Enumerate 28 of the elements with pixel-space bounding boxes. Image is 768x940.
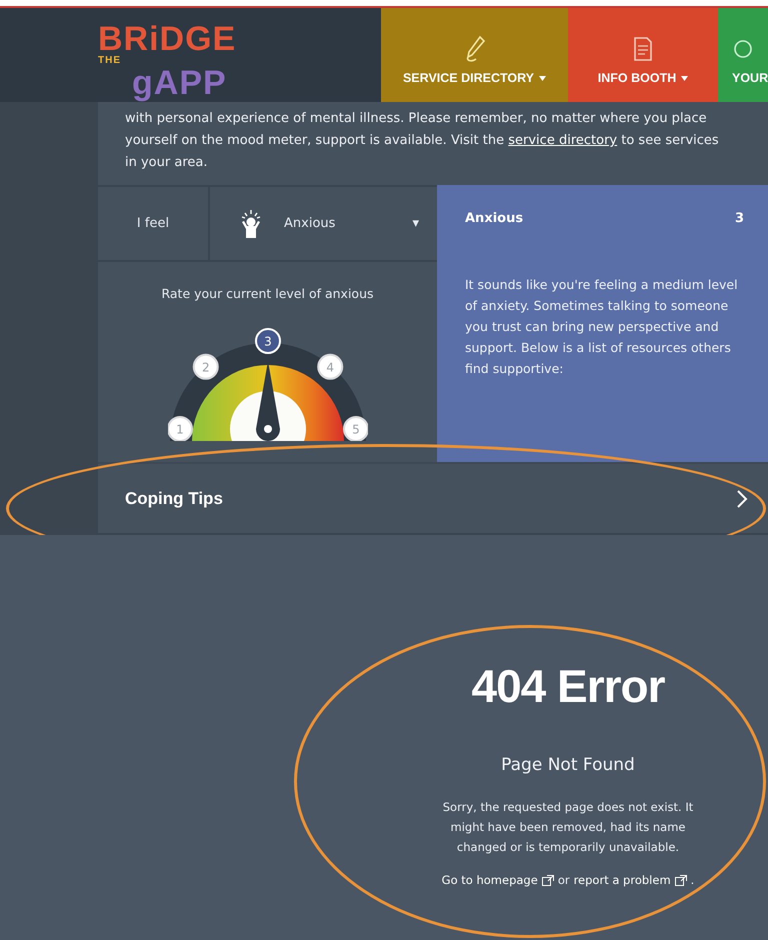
report-problem-link[interactable]: report a problem <box>574 873 671 887</box>
result-score: 3 <box>734 211 744 226</box>
error-code: 404 Error <box>471 659 664 713</box>
nav-tab[interactable]: INFO BOOTH <box>568 8 718 102</box>
logo-word: gAPP <box>132 66 227 100</box>
external-link-icon <box>542 874 554 886</box>
document-icon <box>632 35 654 63</box>
logo-word: THE <box>98 56 121 66</box>
error-message: Sorry, the requested page does not exist. It might have been removed, had its name changed or is temporarily unavailable. <box>442 799 694 856</box>
result-title: Anxious <box>465 211 524 226</box>
error-title: Page Not Found <box>501 755 635 775</box>
rating-prompt: Rate your current level of anxious <box>161 286 374 301</box>
nav-tab[interactable]: YOUR <box>718 8 768 102</box>
chevron-right-icon <box>736 488 748 508</box>
feel-label: I feel <box>98 187 210 260</box>
nav-tab[interactable]: SERVICE DIRECTORY <box>381 8 568 102</box>
external-link-icon <box>674 874 687 886</box>
logo[interactable]: BRiDGE THE gAPP <box>0 8 381 102</box>
service-directory-link[interactable]: service directory <box>508 133 618 148</box>
error-links-text: Go to homepage or report a problem . <box>442 873 694 887</box>
mood-select[interactable]: Anxious ▾ <box>210 187 437 260</box>
logo-word: BRiDGE <box>98 22 236 56</box>
needle-pivot <box>264 425 272 433</box>
result-text: It sounds like you're feeling a medium level of anxiety. Sometimes talking to someone you trust can bring new perspective and support. Below is a list of resources others find supportive: <box>465 276 739 378</box>
rating-option[interactable]: 3 <box>254 328 280 354</box>
homepage-link[interactable]: Go to homepage <box>442 873 538 887</box>
coping-tips-row[interactable]: Coping Tips <box>98 462 768 535</box>
intro-text: with personal experience of mental illness. Please remember, no matter where you place yourself on the mood meter, support is available. Visit the service directory to see services in your area. <box>124 110 720 172</box>
